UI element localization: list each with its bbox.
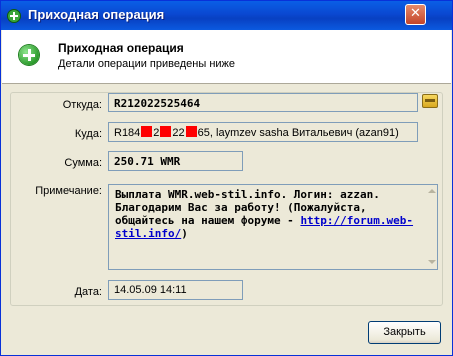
note-line-3-text: общайтесь на нашем форуме - xyxy=(115,214,301,227)
note-line-1: Выплата WMR.web-stil.info. Логин: azzan. xyxy=(115,188,380,201)
to-label: Куда: xyxy=(74,128,102,140)
to-field[interactable]: R184 2 22 65, laymzev sasha Витальевич (aza… xyxy=(108,122,418,142)
note-line-3: общайтесь на нашем форуме - http://forum… xyxy=(115,214,427,227)
header-panel: Приходная операция Детали операции приве… xyxy=(2,30,451,84)
date-field[interactable]: 14.05.09 14:11 xyxy=(108,280,243,300)
title-bar[interactable]: Приходная операция ✕ xyxy=(1,1,452,30)
to-mid2: 22 xyxy=(172,127,185,139)
note-label: Примечание: xyxy=(35,185,102,197)
window-title: Приходная операция xyxy=(28,7,165,22)
note-line-2: Благодарим Вас за работу! (Пожалуйста, xyxy=(115,201,367,214)
from-field[interactable]: R212022525464 xyxy=(108,93,418,112)
window-close-button[interactable]: ✕ xyxy=(405,4,426,25)
to-prefix: R184 xyxy=(114,127,141,139)
redaction-mark xyxy=(160,126,172,137)
to-mid1: 2 xyxy=(153,127,160,139)
to-suffix: 65, laymzev sasha Витальевич (azan91) xyxy=(197,127,399,139)
from-value: R212022525464 xyxy=(114,97,201,110)
plus-circle-icon xyxy=(19,45,39,65)
from-label: Откуда: xyxy=(62,99,102,111)
date-label: Дата: xyxy=(74,286,102,298)
header-title: Приходная операция xyxy=(58,41,184,55)
amount-label: Сумма: xyxy=(64,157,102,169)
close-button[interactable]: Закрыть xyxy=(368,321,441,344)
note-textarea[interactable]: Выплата WMR.web-stil.info. Логин: azzan.… xyxy=(108,184,438,270)
date-value: 14.05.09 14:11 xyxy=(114,284,187,296)
plus-icon xyxy=(7,9,21,23)
wallet-icon[interactable] xyxy=(422,94,438,108)
forum-link-continued[interactable]: stil.info/ xyxy=(115,227,181,240)
scroll-up-arrow-icon[interactable] xyxy=(426,186,437,197)
to-value: R184 2 22 65, laymzev sasha Витальевич (aza… xyxy=(114,126,399,139)
amount-value: 250.71 WMR xyxy=(114,155,181,168)
dialog-window: Приходная операция ✕ Приходная операция … xyxy=(0,0,453,356)
note-line-4-tail: ) xyxy=(181,227,188,240)
amount-field[interactable]: 250.71 WMR xyxy=(108,151,243,171)
header-subtitle: Детали операции приведены ниже xyxy=(58,58,236,70)
note-line-4: stil.info/) xyxy=(115,227,427,240)
note-text: Выплата WMR.web-stil.info. Логин: azzan.… xyxy=(115,188,427,240)
scroll-down-arrow-icon[interactable] xyxy=(426,257,437,268)
forum-link[interactable]: http://forum.web- xyxy=(300,214,413,227)
redaction-mark xyxy=(141,126,153,137)
redaction-mark xyxy=(185,126,197,137)
